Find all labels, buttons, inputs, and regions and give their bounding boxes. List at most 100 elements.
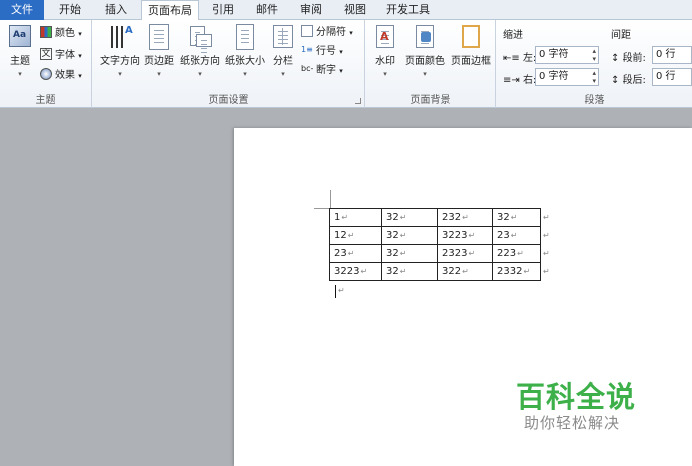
table-cell[interactable]: 223↵ bbox=[492, 244, 541, 263]
chevron-down-icon: ▾ bbox=[157, 70, 161, 78]
chevron-down-icon: ▾ bbox=[339, 67, 343, 75]
paragraph-mark: ↵ bbox=[338, 286, 345, 295]
watermark-icon: A bbox=[373, 24, 397, 50]
table-row: 23↵ 32↵ 2323↵ 223↵ bbox=[329, 244, 541, 263]
watermark-subtitle: 助你轻松解决 bbox=[524, 414, 621, 432]
table-cell[interactable]: 322↵ bbox=[437, 262, 493, 281]
margins-button[interactable]: 页边距 ▾ bbox=[143, 24, 175, 78]
theme-group-label: 主题 bbox=[35, 95, 56, 106]
chevron-down-icon: ▾ bbox=[78, 30, 82, 38]
page-color-label: 页面颜色 bbox=[405, 56, 445, 67]
indent-left-icon: ⇤≡ bbox=[503, 53, 523, 64]
margins-label: 页边距 bbox=[144, 56, 174, 67]
theme-effects-button[interactable]: 效果 ▾ bbox=[40, 68, 82, 84]
orientation-label: 纸张方向 bbox=[180, 56, 220, 67]
table-cell[interactable]: 3223↵ bbox=[437, 226, 493, 245]
size-button[interactable]: 纸张大小 ▾ bbox=[223, 24, 267, 78]
tab-home[interactable]: 开始 bbox=[50, 0, 90, 20]
page-borders-button[interactable]: 页面边框 bbox=[448, 24, 494, 67]
tab-insert[interactable]: 插入 bbox=[96, 0, 136, 20]
paragraph-group-label: 段落 bbox=[584, 95, 605, 106]
tab-review[interactable]: 审阅 bbox=[292, 0, 330, 20]
table-cell[interactable]: 232↵ bbox=[437, 208, 493, 227]
text-direction-icon: A bbox=[108, 24, 133, 50]
tab-developer[interactable]: 开发工具 bbox=[380, 0, 436, 20]
spacing-before-icon: ↕ bbox=[611, 53, 623, 64]
theme-button[interactable]: Aa 主题 ▾ bbox=[4, 24, 36, 78]
hyphenation-label: 断字 bbox=[316, 65, 336, 76]
page-color-icon bbox=[413, 24, 437, 50]
text-direction-button[interactable]: A 文字方向 ▾ bbox=[97, 24, 143, 78]
page-setup-group: A 文字方向 ▾ 页边距 ▾ 纸张方向 ▾ 纸张大小 ▾ 分栏 ▾ 分隔符 ▾ … bbox=[93, 20, 365, 108]
breaks-button[interactable]: 分隔符 ▾ bbox=[301, 25, 353, 41]
tab-view[interactable]: 视图 bbox=[336, 0, 374, 20]
line-numbers-label: 行号 bbox=[316, 46, 336, 57]
line-numbers-button[interactable]: 1≡ 行号 ▾ bbox=[301, 44, 343, 60]
spacing-before-input[interactable]: 0 行 bbox=[652, 46, 692, 64]
spacing-before-value: 0 行 bbox=[656, 49, 676, 60]
table-row: 3223↵ 32↵ 322↵ 2332↵ bbox=[329, 262, 541, 281]
indent-left-label: ⇤≡ 左: bbox=[503, 49, 536, 64]
columns-button[interactable]: 分栏 ▾ bbox=[269, 24, 297, 78]
chevron-down-icon: ▾ bbox=[383, 70, 387, 78]
hyphenation-button[interactable]: bc- 断字 ▾ bbox=[301, 63, 343, 79]
document-table[interactable]: 1↵ 32↵ 232↵ 32↵ 12↵ 32↵ 3223↵ 23↵ 23↵ 32… bbox=[329, 208, 541, 281]
ribbon-tab-strip: 文件 开始 插入 页面布局 引用 邮件 审阅 视图 开发工具 bbox=[0, 0, 692, 21]
table-cell[interactable]: 32↵ bbox=[492, 208, 541, 227]
row-end-mark: ↵ bbox=[543, 249, 550, 258]
tab-references[interactable]: 引用 bbox=[204, 0, 242, 20]
table-cell[interactable]: 2323↵ bbox=[437, 244, 493, 263]
spacing-after-label: ↕ 段后: bbox=[611, 71, 646, 86]
chevron-down-icon: ▾ bbox=[78, 52, 82, 60]
table-cell[interactable]: 23↵ bbox=[329, 244, 382, 263]
watermark-title: 百科全说 bbox=[516, 380, 637, 414]
page-setup-group-label: 页面设置 bbox=[208, 95, 249, 106]
tab-page-layout[interactable]: 页面布局 bbox=[141, 0, 199, 21]
page-color-button[interactable]: 页面颜色 ▾ bbox=[402, 24, 448, 78]
watermark-button[interactable]: A 水印 ▾ bbox=[370, 24, 400, 78]
table-cell[interactable]: 32↵ bbox=[381, 226, 438, 245]
indent-left-input[interactable]: 0 字符 ▴ ▾ bbox=[535, 46, 599, 64]
table-row: 12↵ 32↵ 3223↵ 23↵ bbox=[329, 226, 541, 245]
theme-fonts-button[interactable]: 文字体 ▾ bbox=[40, 48, 82, 64]
theme-group: Aa 主题 ▾ 颜色 ▾ 文字体 ▾ 效果 ▾ 主题 bbox=[0, 20, 92, 108]
tab-file[interactable]: 文件 bbox=[0, 0, 44, 20]
table-cell[interactable]: 12↵ bbox=[329, 226, 382, 245]
chevron-down-icon: ▾ bbox=[18, 70, 22, 78]
theme-colors-button[interactable]: 颜色 ▾ bbox=[40, 26, 82, 42]
spacing-after-label-text: 段后: bbox=[622, 75, 646, 86]
effects-label: 效果 bbox=[55, 70, 75, 81]
page-background-group: A 水印 ▾ 页面颜色 ▾ 页面边框 页面背景 bbox=[366, 20, 496, 108]
indent-right-input[interactable]: 0 字符 ▴ ▾ bbox=[535, 68, 599, 86]
margins-icon bbox=[149, 24, 169, 50]
line-numbers-icon: 1≡ bbox=[301, 45, 313, 54]
spinner-arrows-icon[interactable]: ▴ ▾ bbox=[592, 47, 596, 63]
table-cell[interactable]: 32↵ bbox=[381, 244, 438, 263]
theme-button-label: 主题 bbox=[10, 56, 30, 67]
spacing-after-input[interactable]: 0 行 bbox=[652, 68, 692, 86]
page-borders-label: 页面边框 bbox=[451, 56, 491, 67]
spacing-after-value: 0 行 bbox=[656, 71, 676, 82]
chevron-down-icon: ▾ bbox=[198, 70, 202, 78]
text-cursor bbox=[335, 285, 336, 298]
tab-mailings[interactable]: 邮件 bbox=[248, 0, 286, 20]
size-icon bbox=[236, 24, 254, 50]
orientation-icon bbox=[188, 24, 212, 50]
table-cell[interactable]: 2332↵ bbox=[492, 262, 541, 281]
table-cell[interactable]: 3223↵ bbox=[329, 262, 382, 281]
theme-icon: Aa bbox=[8, 24, 32, 50]
spinner-arrows-icon[interactable]: ▴ ▾ bbox=[592, 69, 596, 85]
spacing-before-label: ↕ 段前: bbox=[611, 49, 646, 64]
ribbon: Aa 主题 ▾ 颜色 ▾ 文字体 ▾ 效果 ▾ 主题 A 文字方向 ▾ 页边距 … bbox=[0, 20, 692, 108]
table-cell[interactable]: 23↵ bbox=[492, 226, 541, 245]
table-cell[interactable]: 1↵ bbox=[329, 208, 382, 227]
table-cell[interactable]: 32↵ bbox=[381, 262, 438, 281]
table-cell[interactable]: 32↵ bbox=[381, 208, 438, 227]
row-end-mark: ↵ bbox=[543, 213, 550, 222]
dialog-launcher-icon[interactable] bbox=[355, 98, 361, 104]
indent-title: 缩进 bbox=[503, 30, 523, 41]
indent-right-value: 0 字符 bbox=[539, 71, 569, 82]
chevron-down-icon: ▾ bbox=[118, 70, 122, 78]
orientation-button[interactable]: 纸张方向 ▾ bbox=[177, 24, 223, 78]
text-direction-label: 文字方向 bbox=[100, 56, 140, 67]
